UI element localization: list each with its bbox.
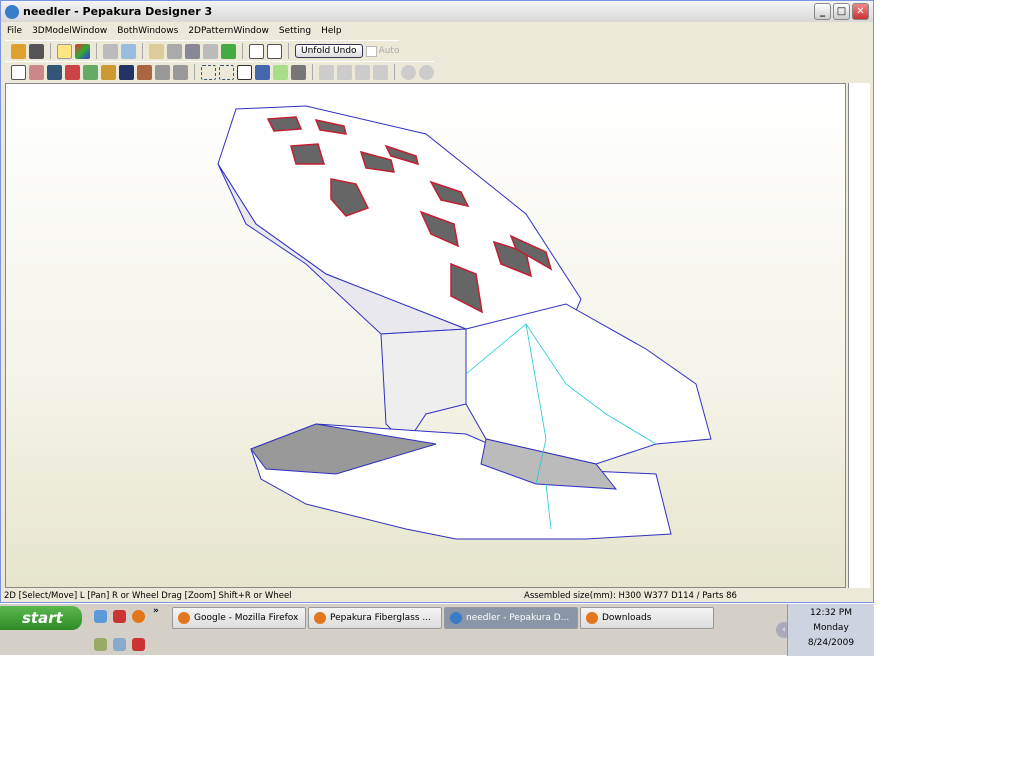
cylinder-icon[interactable] (167, 43, 182, 59)
minimize-button[interactable]: _ (814, 3, 831, 20)
join-icon[interactable] (65, 64, 80, 80)
select-arrow-icon[interactable] (11, 64, 26, 80)
auto-label: Auto (378, 46, 400, 56)
task-label: needler - Pepakura D... (466, 613, 570, 623)
start-button[interactable]: start (0, 606, 82, 630)
firefox-icon (178, 612, 190, 624)
quicklaunch-icon[interactable] (94, 638, 107, 651)
menu-2dpatternwindow[interactable]: 2DPatternWindow (188, 26, 269, 36)
app-icon (5, 4, 19, 19)
clock-time[interactable]: 12:32 PM (788, 606, 874, 621)
single-window-icon[interactable] (249, 43, 264, 59)
align-top-icon[interactable] (355, 64, 370, 80)
needler-model (217, 105, 712, 540)
text-tool-icon[interactable] (101, 64, 116, 80)
menu-help[interactable]: Help (321, 26, 342, 36)
menu-bar: File 3DModelWindow BothWindows 2DPattern… (1, 22, 342, 39)
maximize-button[interactable]: □ (833, 3, 850, 20)
pepakura-icon (450, 612, 462, 624)
close-button[interactable]: ✕ (852, 3, 869, 20)
model-grip (380, 328, 467, 445)
3d-model-view[interactable] (5, 83, 846, 588)
unfold-undo-button[interactable]: Unfold Undo (295, 44, 363, 58)
align-right-icon[interactable] (337, 64, 352, 80)
quicklaunch-icon[interactable] (132, 638, 145, 651)
assembled-size: Assembled size(mm): H300 W377 D114 / Par… (524, 591, 737, 601)
app-window: needler - Pepakura Designer 3 _ □ ✕ File… (0, 0, 874, 603)
move-part-icon[interactable] (137, 64, 152, 80)
system-tray: 12:32 PM Monday 8/24/2009 (787, 604, 874, 656)
window-title: needler - Pepakura Designer 3 (23, 5, 213, 18)
color-cube-icon[interactable] (75, 43, 90, 59)
arrange-icon[interactable] (219, 64, 234, 80)
task-label: Pepakura Fiberglass ... (330, 613, 431, 623)
firefox-icon (586, 612, 598, 624)
cutout-hole (290, 143, 326, 165)
select-cube-icon[interactable] (221, 43, 236, 59)
flap-icon[interactable] (83, 64, 98, 80)
lightbulb-icon[interactable] (57, 43, 72, 59)
task-downloads[interactable]: Downloads (580, 607, 714, 629)
show-desktop-icon[interactable] (94, 610, 107, 623)
menu-bothwindows[interactable]: BothWindows (117, 26, 178, 36)
anchor-icon[interactable] (185, 43, 200, 59)
rotate-icon[interactable] (155, 64, 170, 80)
box-icon[interactable] (103, 43, 118, 59)
print-icon[interactable] (291, 64, 306, 80)
status-bar: 2D [Select/Move] L [Pan] R or Wheel Drag… (1, 589, 873, 603)
dual-window-icon[interactable] (267, 43, 282, 59)
toolbar-bottom (5, 61, 434, 82)
taskbar: start » Google - Mozilla Firefox Pepakur… (0, 603, 874, 656)
menu-3dmodelwindow[interactable]: 3DModelWindow (32, 26, 107, 36)
texture-icon[interactable] (47, 64, 62, 80)
status-hint: 2D [Select/Move] L [Pan] R or Wheel Drag… (4, 591, 292, 601)
image-icon[interactable] (119, 64, 134, 80)
open-icon[interactable] (11, 43, 26, 59)
model-barrel (217, 105, 582, 335)
auto-checkbox[interactable]: Auto (365, 45, 400, 57)
clock-date: 8/24/2009 (807, 638, 855, 648)
page-icon[interactable] (237, 64, 252, 80)
panel-icon[interactable] (203, 43, 218, 59)
fit-icon[interactable] (201, 64, 216, 80)
menu-setting[interactable]: Setting (279, 26, 311, 36)
preview-icon[interactable] (273, 64, 288, 80)
save-icon[interactable] (29, 43, 44, 59)
firefox-icon[interactable] (132, 610, 145, 623)
quicklaunch-icon[interactable] (113, 638, 126, 651)
toolbar-top: Unfold Undo Auto (5, 40, 400, 61)
cutout-hole (266, 116, 303, 132)
2d-pattern-view[interactable] (848, 83, 870, 588)
edge-tool-icon[interactable] (29, 64, 44, 80)
clock-day: Monday (813, 623, 849, 633)
align-bottom-icon[interactable] (373, 64, 388, 80)
task-label: Downloads (602, 613, 652, 623)
task-pepakura-fiberglass[interactable]: Pepakura Fiberglass ... (308, 607, 442, 629)
rotate-right-90-icon[interactable] (419, 64, 434, 80)
box-textured-icon[interactable] (121, 43, 136, 59)
quicklaunch-more[interactable]: » (153, 606, 159, 616)
rotate-left-90-icon[interactable] (401, 64, 416, 80)
task-needler-pepakura[interactable]: needler - Pepakura D... (444, 607, 578, 629)
flip-icon[interactable] (173, 64, 188, 80)
model-body (465, 303, 712, 465)
save-pattern-icon[interactable] (255, 64, 270, 80)
title-bar: needler - Pepakura Designer 3 _ □ ✕ (1, 1, 873, 22)
menu-file[interactable]: File (7, 26, 22, 36)
firefox-icon (314, 612, 326, 624)
task-google-firefox[interactable]: Google - Mozilla Firefox (172, 607, 306, 629)
align-left-icon[interactable] (319, 64, 334, 80)
task-label: Google - Mozilla Firefox (194, 613, 299, 623)
pencil-icon[interactable] (149, 43, 164, 59)
download-icon[interactable] (113, 610, 126, 623)
